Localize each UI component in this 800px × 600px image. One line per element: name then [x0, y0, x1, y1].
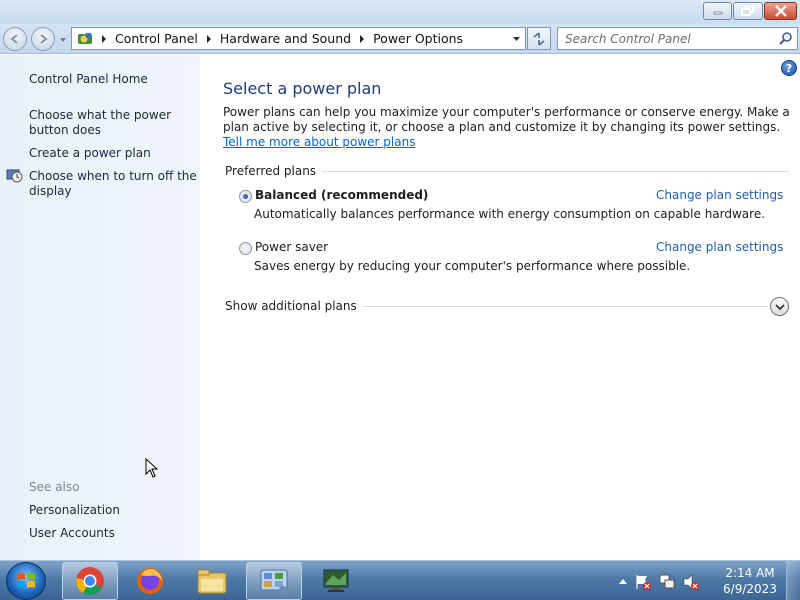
- taskbar-file-explorer[interactable]: [184, 562, 240, 600]
- breadcrumb-arrow-icon[interactable]: [201, 34, 217, 43]
- help-button[interactable]: ?: [781, 60, 797, 76]
- clock-time: 2:14 AM: [725, 566, 775, 580]
- additional-plans-divider: [348, 306, 768, 307]
- minimize-icon: [713, 11, 722, 15]
- sidebar-link-power-button[interactable]: Choose what the power button does: [29, 108, 197, 138]
- windows-logo-icon: [17, 573, 35, 588]
- remote-desktop-icon: [323, 569, 349, 592]
- search-box[interactable]: [557, 27, 798, 50]
- sidebar-link-turn-off-display[interactable]: Choose when to turn off the display: [29, 169, 197, 199]
- chrome-icon: [76, 567, 104, 595]
- breadcrumb-control-panel[interactable]: Control Panel: [112, 31, 201, 46]
- system-tray: [618, 573, 700, 591]
- control-panel-icon: [74, 29, 96, 49]
- volume-muted-icon[interactable]: [682, 573, 700, 591]
- chevron-down-icon: [774, 303, 785, 310]
- address-dropdown-icon[interactable]: [512, 35, 521, 43]
- sidebar: Control Panel Home Choose what the power…: [0, 55, 200, 560]
- taskbar-chrome[interactable]: [62, 562, 118, 600]
- intro-text: Power plans can help you maximize your c…: [223, 105, 795, 150]
- taskbar-clock[interactable]: 2:14 AM 6/9/2023: [722, 565, 778, 597]
- close-icon: [774, 5, 787, 17]
- show-additional-plans-label[interactable]: Show additional plans: [225, 299, 363, 313]
- power-saver-plan-description: Saves energy by reducing your computer's…: [254, 259, 691, 273]
- balanced-plan-description: Automatically balances performance with …: [254, 207, 766, 221]
- display-clock-icon: [6, 169, 23, 183]
- clock-date: 6/9/2023: [723, 582, 777, 596]
- help-icon: ?: [785, 61, 793, 75]
- action-center-flag-icon[interactable]: [634, 573, 652, 591]
- power-saver-change-settings-link[interactable]: Change plan settings: [656, 240, 783, 254]
- show-hidden-icons-icon[interactable]: [618, 577, 628, 587]
- file-explorer-icon: [197, 569, 227, 594]
- tell-me-more-link[interactable]: Tell me more about power plans: [223, 135, 415, 149]
- search-icon[interactable]: [779, 31, 793, 46]
- taskbar-remote-desktop[interactable]: [308, 562, 364, 600]
- expand-additional-plans-button[interactable]: [770, 297, 789, 316]
- back-arrow-icon: [10, 34, 18, 44]
- sidebar-link-personalization[interactable]: Personalization: [29, 503, 197, 518]
- minimize-button[interactable]: [703, 2, 732, 20]
- power-saver-plan-name[interactable]: Power saver: [255, 240, 328, 254]
- preferred-plans-divider: [310, 171, 789, 172]
- search-input[interactable]: [558, 28, 768, 49]
- forward-button[interactable]: [31, 27, 55, 51]
- navigation-bar: Control Panel Hardware and Sound Power O…: [0, 24, 800, 54]
- start-button[interactable]: [6, 562, 46, 600]
- see-also-heading: See also: [29, 480, 80, 494]
- balanced-change-settings-link[interactable]: Change plan settings: [656, 188, 783, 202]
- recent-pages-dropdown[interactable]: [58, 35, 68, 45]
- breadcrumb-arrow-icon[interactable]: [96, 34, 112, 43]
- back-button[interactable]: [3, 27, 27, 51]
- refresh-icon: [533, 31, 545, 46]
- page-title: Select a power plan: [223, 79, 382, 98]
- show-desktop-button[interactable]: [786, 561, 800, 600]
- preferred-plans-label: Preferred plans: [225, 164, 323, 178]
- network-icon[interactable]: [658, 573, 676, 591]
- main-content: ? Select a power plan Power plans can he…: [200, 55, 800, 560]
- control-panel-icon: [260, 569, 288, 594]
- sidebar-link-user-accounts[interactable]: User Accounts: [29, 526, 197, 541]
- balanced-plan-name[interactable]: Balanced (recommended): [255, 188, 428, 202]
- balanced-plan-radio[interactable]: [239, 190, 252, 203]
- breadcrumb-arrow-icon[interactable]: [354, 34, 370, 43]
- power-saver-plan-radio[interactable]: [239, 242, 252, 255]
- breadcrumb-power-options[interactable]: Power Options: [370, 31, 466, 46]
- refresh-button[interactable]: [527, 27, 551, 50]
- address-bar[interactable]: Control Panel Hardware and Sound Power O…: [71, 27, 526, 50]
- forward-arrow-icon: [40, 34, 48, 44]
- close-button[interactable]: [764, 2, 797, 20]
- firefox-icon: [137, 568, 163, 594]
- taskbar: 2:14 AM 6/9/2023: [0, 560, 800, 600]
- restore-button[interactable]: [733, 2, 763, 20]
- mouse-cursor-icon: [145, 458, 159, 478]
- breadcrumb-hardware-and-sound[interactable]: Hardware and Sound: [217, 31, 354, 46]
- restore-icon: [741, 5, 754, 16]
- intro-body: Power plans can help you maximize your c…: [223, 105, 790, 134]
- sidebar-link-create-power-plan[interactable]: Create a power plan: [29, 146, 197, 161]
- taskbar-control-panel[interactable]: [246, 562, 302, 600]
- window-title-bar: [0, 0, 800, 24]
- taskbar-firefox[interactable]: [122, 562, 178, 600]
- sidebar-link-control-panel-home[interactable]: Control Panel Home: [29, 72, 197, 87]
